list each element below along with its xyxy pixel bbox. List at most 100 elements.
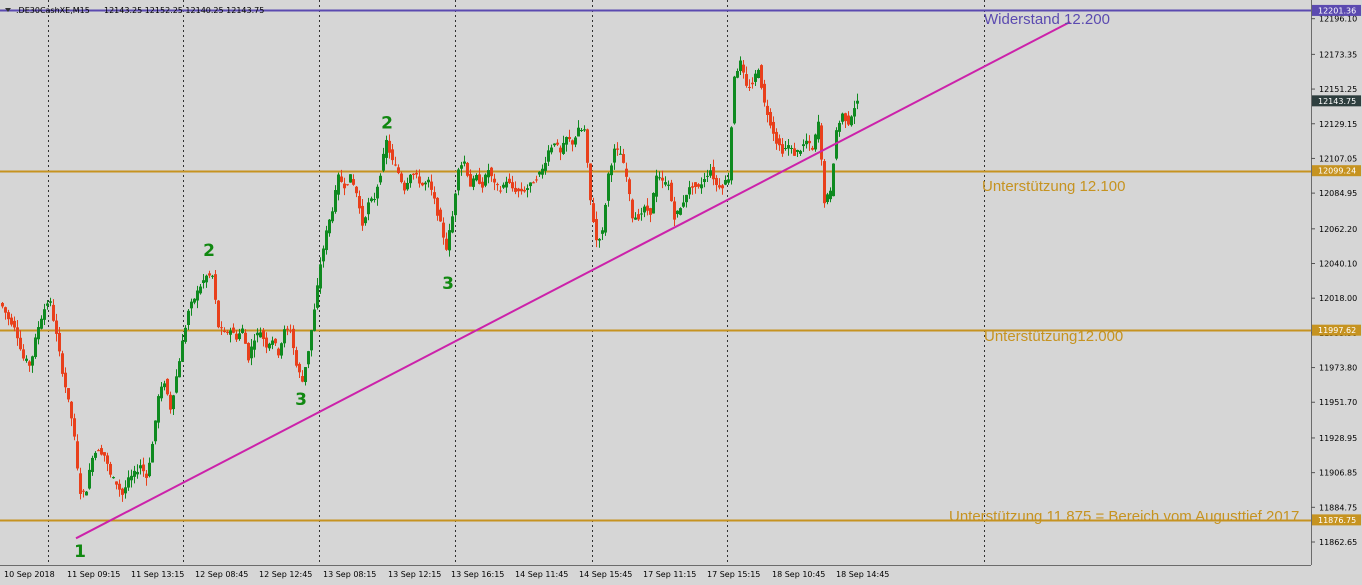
candle-body <box>601 230 604 234</box>
candle-body <box>424 182 427 185</box>
x-tick-label: 11 Sep 13:15 <box>131 570 184 579</box>
price-tag-label: 12143.75 <box>1318 97 1356 106</box>
price-tag-label: 11876.75 <box>1318 516 1356 525</box>
candle-body <box>430 181 433 190</box>
candle-body <box>616 148 619 150</box>
candle-body <box>634 217 637 220</box>
y-tick-label: 12084.95 <box>1319 189 1357 198</box>
x-tick-label: 13 Sep 12:15 <box>388 570 441 579</box>
candle-body <box>709 170 712 176</box>
candle-body <box>115 481 118 485</box>
candle-body <box>706 175 709 177</box>
candle-body <box>472 178 475 187</box>
candle-body <box>571 140 574 145</box>
candle-body <box>619 153 622 155</box>
y-tick-label: 12129.15 <box>1319 120 1357 129</box>
candle-body <box>346 184 349 186</box>
candle-body <box>172 395 175 410</box>
candle-body <box>70 401 73 419</box>
candle-body <box>436 197 439 216</box>
candle-body <box>82 490 85 492</box>
candle-body <box>574 137 577 145</box>
candle-body <box>742 64 745 73</box>
candle-body <box>403 182 406 191</box>
candle-body <box>439 209 442 222</box>
candle-body <box>727 179 730 183</box>
chart-header: .DE30CashXE,M15 12143.25 12152.25 12140.… <box>5 6 264 15</box>
y-tick-label: 11928.95 <box>1319 434 1357 443</box>
candle-body <box>19 337 22 350</box>
candle-body <box>658 177 661 179</box>
candle-body <box>784 148 787 150</box>
candle-body <box>97 450 100 452</box>
candle-body <box>682 202 685 207</box>
candle-body <box>556 142 559 145</box>
candle-body <box>538 171 541 175</box>
candle-body <box>412 173 415 175</box>
candle-body <box>64 372 67 388</box>
y-tick-label: 11906.85 <box>1319 469 1357 478</box>
candle-body <box>406 182 409 190</box>
candle-body <box>433 192 436 199</box>
y-tick-label: 12196.10 <box>1319 15 1357 24</box>
candle-body <box>322 248 325 262</box>
candle-body <box>529 182 532 187</box>
y-tick-label: 11973.80 <box>1319 364 1357 373</box>
candle-body <box>724 179 727 185</box>
candle-body <box>475 174 478 181</box>
candle-body <box>109 463 112 475</box>
candle-body <box>226 331 229 333</box>
candle-body <box>514 187 517 192</box>
candle-body <box>4 307 7 313</box>
candle-body <box>142 464 145 472</box>
candle-body <box>817 121 820 140</box>
x-tick-label: 12 Sep 08:45 <box>195 570 248 579</box>
candle-body <box>808 140 811 144</box>
candle-body <box>34 337 37 358</box>
candle-body <box>856 100 859 104</box>
y-tick-label: 11951.70 <box>1319 398 1357 407</box>
candle-body <box>544 162 547 171</box>
wave-label: 1 <box>74 542 86 562</box>
chart: 1 2 3 2 3 12196.10 12173.35 12151.25 12129.15 12… <box>0 0 1362 585</box>
candle-body <box>388 140 391 153</box>
candle-body <box>799 150 802 154</box>
candle-body <box>130 475 133 481</box>
candle-body <box>202 280 205 284</box>
candle-body <box>757 69 760 78</box>
candle-body <box>592 203 595 223</box>
candle-body <box>643 206 646 213</box>
candle-body <box>205 275 208 283</box>
candle-body <box>133 470 136 477</box>
candle-body <box>526 188 529 190</box>
y-tick-label: 12151.25 <box>1319 85 1357 94</box>
candle-body <box>490 167 493 177</box>
candle-body <box>796 149 799 152</box>
candle-body <box>739 60 742 72</box>
candle-body <box>250 346 253 359</box>
candle-body <box>118 483 121 490</box>
candle-body <box>628 179 631 195</box>
candle-body <box>271 340 274 345</box>
candle-body <box>337 174 340 195</box>
candle-body <box>319 264 322 289</box>
candle-body <box>547 150 550 162</box>
candle-body <box>577 127 580 137</box>
candle-body <box>637 214 640 220</box>
wave-label: 2 <box>203 241 215 261</box>
candle-body <box>604 204 607 233</box>
candle-body <box>325 230 328 251</box>
candle-body <box>157 396 160 423</box>
candle-body <box>52 304 55 321</box>
candle-body <box>235 333 238 340</box>
support-12100-label: Unterstützung 12.100 <box>982 178 1125 195</box>
y-tick-label: 12062.20 <box>1319 225 1357 234</box>
candle-body <box>310 330 313 351</box>
candle-body <box>154 420 157 442</box>
candle-body <box>148 462 151 477</box>
candle-body <box>457 169 460 191</box>
candle-body <box>160 386 163 399</box>
candle-body <box>448 230 451 251</box>
candle-body <box>331 211 334 222</box>
candle-body <box>502 184 505 188</box>
